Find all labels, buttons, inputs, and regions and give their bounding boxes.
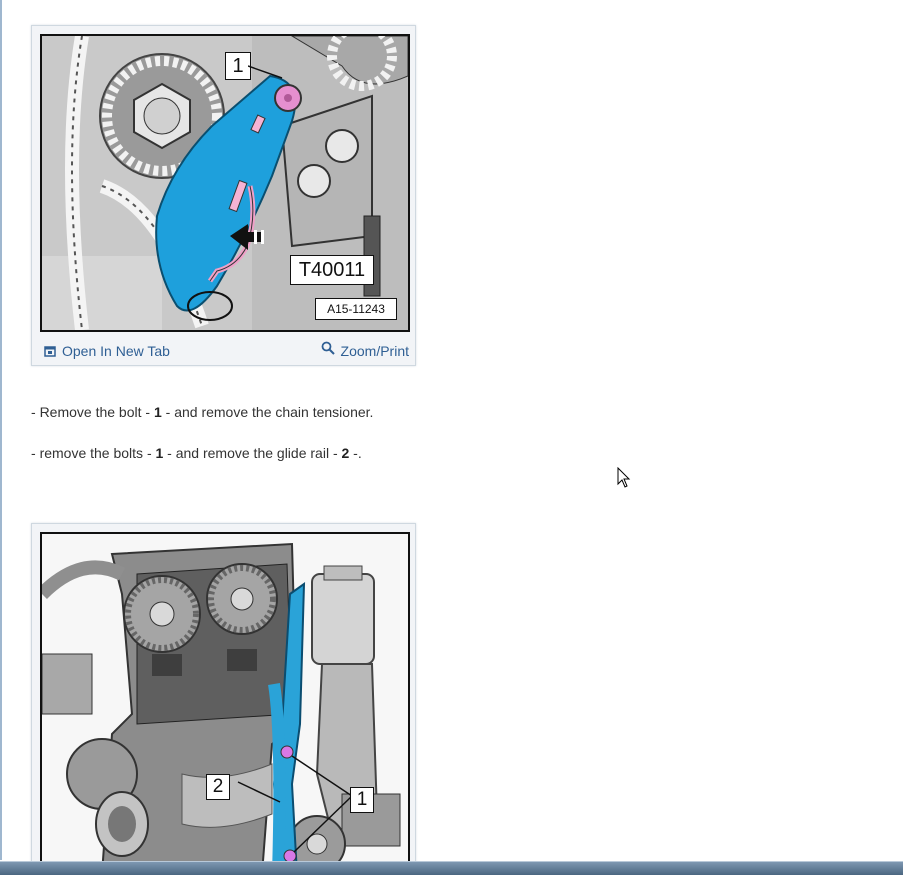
- step-bold-ref: 1: [153, 404, 162, 420]
- zoom-print-link[interactable]: Zoom/Print: [321, 341, 409, 359]
- mouse-pointer-icon: [617, 467, 631, 488]
- step-text: remove the bolts -: [39, 445, 156, 461]
- open-in-new-tab-icon: [44, 346, 56, 357]
- magnifier-icon: [321, 341, 335, 355]
- instruction-step-2: - remove the bolts - 1 - and remove the …: [31, 445, 362, 461]
- figure-toolbar: Open In New Tab Zoom/Print: [32, 335, 415, 365]
- open-in-new-tab-label: Open In New Tab: [62, 343, 170, 359]
- window-left-edge: [0, 0, 2, 860]
- instruction-step-1: - Remove the bolt - 1 - and remove the c…: [31, 404, 373, 420]
- figure-image-glide-rail[interactable]: [40, 532, 410, 874]
- step-text: - and remove the chain tensioner.: [161, 404, 374, 420]
- step-text: Remove the bolt -: [39, 404, 154, 420]
- step-dash: -: [31, 404, 40, 420]
- step-text: -.: [349, 445, 362, 461]
- open-in-new-tab-link[interactable]: Open In New Tab: [44, 343, 170, 359]
- taskbar: [0, 861, 903, 875]
- callout-glide-rail-2: 2: [206, 774, 230, 800]
- callout-tool-t40011: T40011: [290, 255, 374, 285]
- figure-reference-code: A15-11243: [315, 298, 397, 320]
- figure-card-tensioner: 1 T40011 A15-11243 Open In New Tab Zoom/…: [31, 25, 416, 366]
- glide-rail-illustration: [42, 534, 408, 874]
- figure-card-glide-rail: 2 1: [31, 523, 416, 875]
- callout-bolts-1: 1: [350, 787, 374, 813]
- callout-leader-bolt: [248, 65, 283, 79]
- tensioner-illustration: [42, 36, 408, 330]
- step-dash: -: [31, 445, 40, 461]
- step-text: - and remove the glide rail -: [163, 445, 342, 461]
- zoom-print-label: Zoom/Print: [340, 343, 409, 359]
